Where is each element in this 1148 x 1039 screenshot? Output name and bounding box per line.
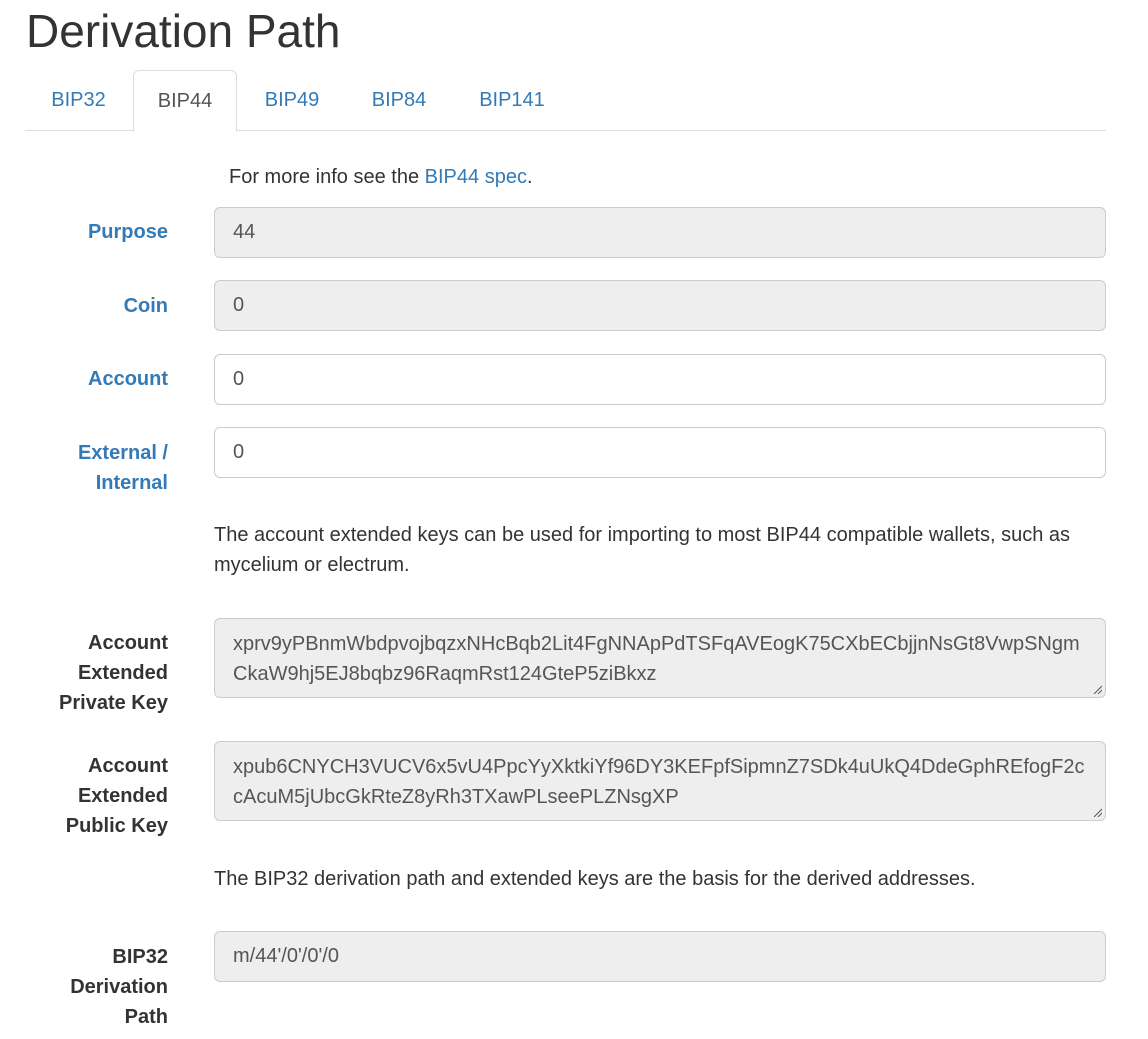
bip32-path-label-line1: BIP32 [112, 946, 168, 968]
coin-label: Coin [123, 295, 168, 317]
tab-bip49[interactable]: BIP49 [239, 70, 345, 131]
public-key-label-line3: Public Key [65, 815, 168, 837]
bip32-path-label-line3: Path [124, 1006, 168, 1028]
bip44-spec-link[interactable]: BIP44 spec [425, 166, 527, 188]
tab-bip44[interactable]: BIP44 [133, 70, 237, 132]
tab-bip141[interactable]: BIP141 [453, 70, 571, 131]
public-key-label-line2: Extended [77, 785, 168, 807]
tab-bip84[interactable]: BIP84 [347, 70, 451, 131]
private-key-label-line1: Account [88, 632, 168, 654]
account-xprv-field[interactable]: xprv9yPBnmWbdpvojbqzxNHcBqb2Lit4FgNNApPd… [214, 618, 1106, 698]
change-label-line1: External / [77, 442, 168, 464]
purpose-label: Purpose [87, 221, 168, 243]
account-label: Account [88, 368, 168, 390]
derivation-help: The BIP32 derivation path and extended k… [214, 868, 976, 890]
private-key-label-line3: Private Key [59, 692, 168, 714]
private-key-label-line2: Extended [77, 662, 168, 684]
resize-grip-icon[interactable] [1092, 807, 1102, 817]
resize-grip-icon[interactable] [1092, 684, 1102, 694]
coin-field[interactable] [214, 280, 1106, 331]
account-xprv-value: xprv9yPBnmWbdpvojbqzxNHcBqb2Lit4FgNNApPd… [233, 633, 1080, 685]
bip32-path-label-line2: Derivation [70, 976, 168, 998]
account-input[interactable] [214, 354, 1106, 405]
derivation-tabs: BIP32 BIP44 BIP49 BIP84 BIP141 [25, 70, 1106, 132]
bip32-derivation-path-field[interactable] [214, 931, 1106, 982]
change-input[interactable] [214, 427, 1106, 478]
extended-keys-help: The account extended keys can be used fo… [214, 524, 1071, 576]
account-xpub-value: xpub6CNYCH3VUCV6x5vU4PpcYyXktkiYf96DY3KE… [233, 756, 1085, 808]
account-xpub-field[interactable]: xpub6CNYCH3VUCV6x5vU4PpcYyXktkiYf96DY3KE… [214, 741, 1106, 821]
spec-info: For more info see the BIP44 spec. [229, 163, 533, 191]
public-key-label-line1: Account [88, 755, 168, 777]
public-key-label: Account Extended Public Key [66, 751, 168, 841]
page-title: Derivation Path [26, 5, 341, 57]
bip32-path-label: BIP32 Derivation Path [70, 942, 168, 1032]
change-label-line2: Internal [95, 472, 168, 494]
spec-info-prefix: For more info see the [229, 166, 420, 188]
tab-bip32[interactable]: BIP32 [25, 70, 132, 131]
spec-info-suffix: . [526, 166, 533, 188]
purpose-field[interactable] [214, 207, 1106, 258]
private-key-label: Account Extended Private Key [59, 628, 168, 718]
change-label: External / Internal [78, 438, 168, 498]
